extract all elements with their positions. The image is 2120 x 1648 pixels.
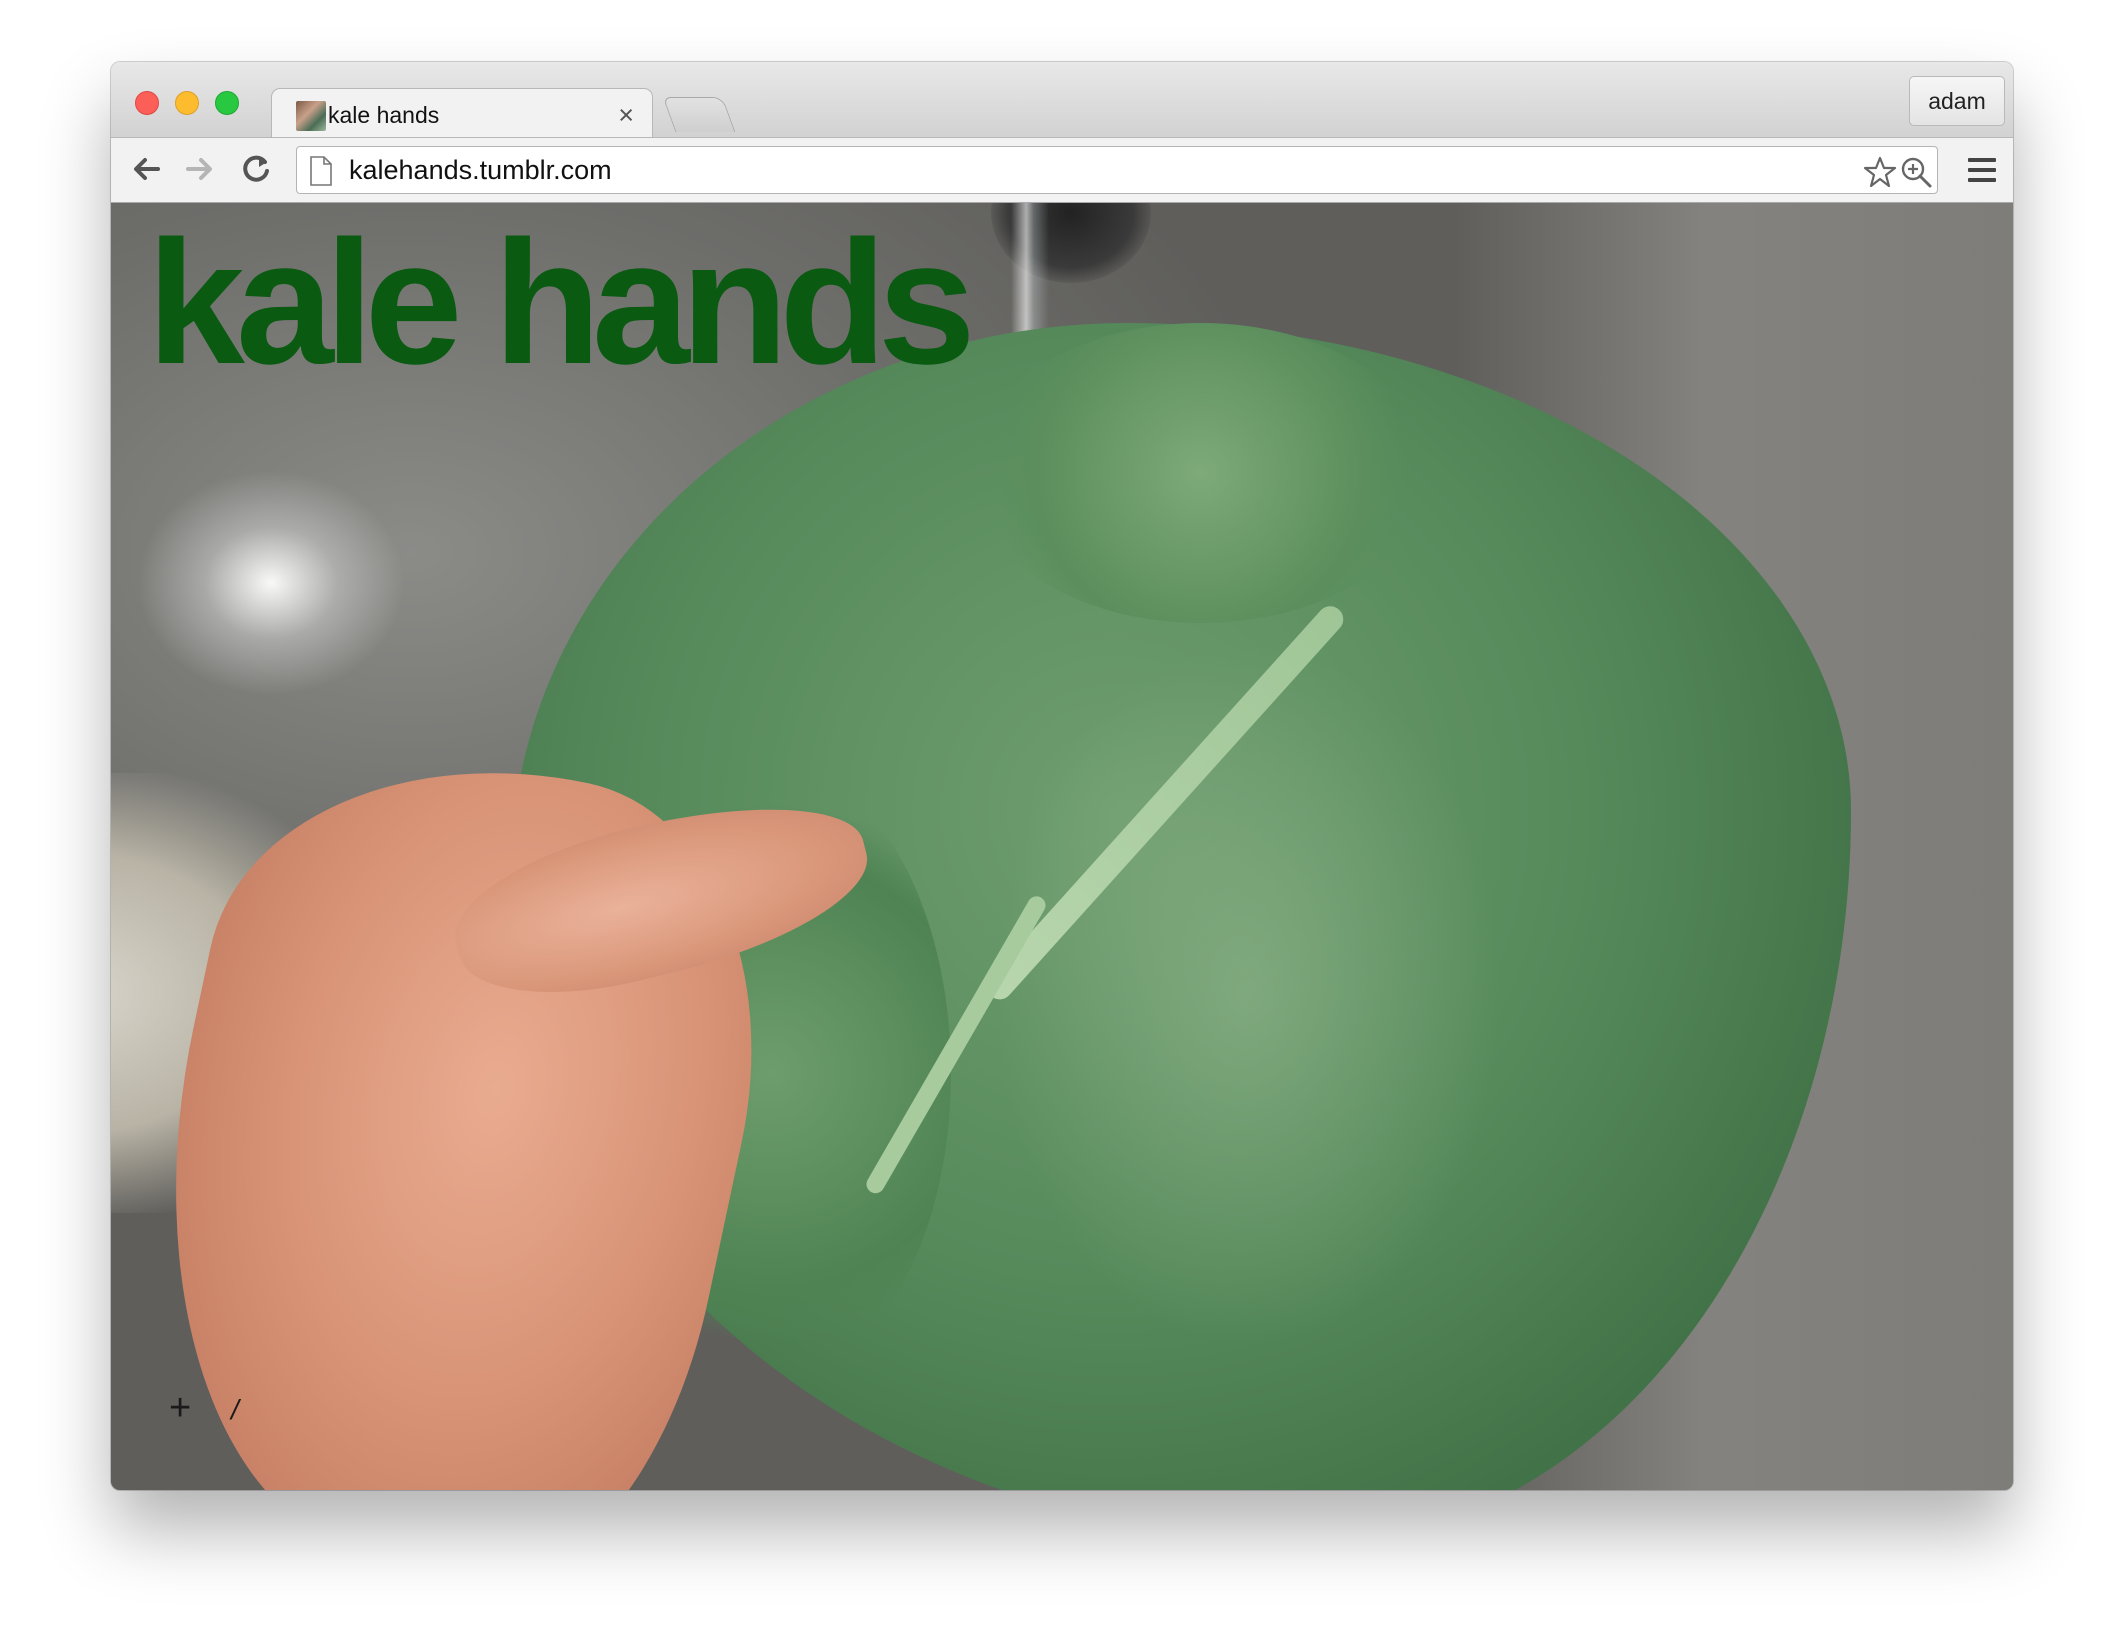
url-text[interactable]: kalehands.tumblr.com xyxy=(349,147,612,193)
page-icon xyxy=(309,156,333,186)
toolbar: kalehands.tumblr.com xyxy=(111,137,2013,203)
star-icon[interactable] xyxy=(1863,155,1897,189)
close-tab-icon[interactable]: × xyxy=(618,99,634,131)
slash-link[interactable]: / xyxy=(231,1390,239,1430)
tab-strip: kale hands × adam xyxy=(111,62,2013,139)
zoom-icon[interactable] xyxy=(1899,155,1933,189)
hamburger-menu-icon[interactable] xyxy=(1965,154,1999,186)
back-arrow-icon[interactable] xyxy=(125,148,167,190)
page-title[interactable]: kale hands xyxy=(147,213,976,393)
tab-title: kale hands xyxy=(328,102,440,128)
kale-ruffle xyxy=(971,323,1431,623)
browser-window: kale hands × adam kalehands.tumblr.com k… xyxy=(111,62,2013,1490)
zoom-window-button[interactable] xyxy=(215,91,239,115)
profile-button[interactable]: adam xyxy=(1909,76,2005,126)
minimize-window-button[interactable] xyxy=(175,91,199,115)
close-window-button[interactable] xyxy=(135,91,159,115)
page-content: kale hands + / xyxy=(111,203,2013,1490)
reload-icon[interactable] xyxy=(235,148,277,190)
plus-icon[interactable]: + xyxy=(169,1388,191,1428)
new-tab-button[interactable] xyxy=(662,97,736,132)
forward-arrow-icon[interactable] xyxy=(179,148,221,190)
favicon-icon xyxy=(296,101,326,131)
tab-kale-hands[interactable]: kale hands × xyxy=(271,88,653,139)
address-bar[interactable]: kalehands.tumblr.com xyxy=(296,146,1938,194)
